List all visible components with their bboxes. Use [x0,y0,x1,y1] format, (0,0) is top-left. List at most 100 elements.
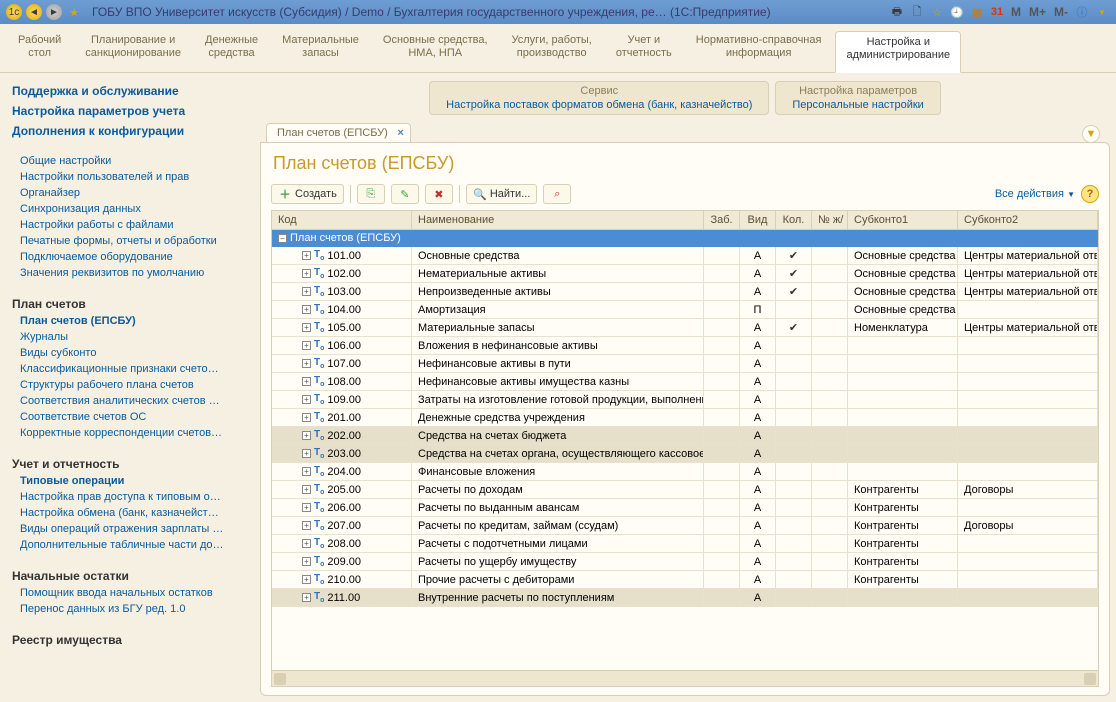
all-actions-button[interactable]: Все действия ▼ [995,188,1075,200]
grid-row[interactable]: + Тo 209.00Расчеты по ущербу имуществуАК… [272,553,1098,571]
col-header-name[interactable]: Наименование [412,211,704,229]
close-tab-icon[interactable]: × [397,127,403,139]
topnav-item[interactable]: Рабочийстол [8,30,71,72]
col-header-kol[interactable]: Кол. [776,211,812,229]
expand-icon[interactable]: + [302,269,311,278]
expand-icon[interactable]: + [302,251,311,260]
grid-row[interactable]: + Тo 106.00Вложения в нефинансовые актив… [272,337,1098,355]
sidebar-link[interactable]: План счетов (ЕПСБУ) [4,313,256,329]
grid-row[interactable]: + Тo 103.00Непроизведенные активыА✔Основ… [272,283,1098,301]
sidebar-link[interactable]: Перенос данных из БГУ ред. 1.0 [4,601,256,617]
sidebar-link[interactable]: Журналы [4,329,256,345]
col-header-nzh[interactable]: № ж/ [812,211,848,229]
edit-button[interactable]: ✎ [391,184,419,204]
copy-button[interactable]: ⎘ [357,184,385,204]
grid-row[interactable]: + Тo 204.00Финансовые вложенияА [272,463,1098,481]
grid-row[interactable]: + Тo 208.00Расчеты с подотчетными лицами… [272,535,1098,553]
sidebar-heading[interactable]: Поддержка и обслуживание [4,81,256,101]
expand-icon[interactable]: + [302,575,311,584]
help-button[interactable]: ? [1081,185,1099,203]
grid-row[interactable]: + Тo 203.00Средства на счетах органа, ос… [272,445,1098,463]
sidebar-link[interactable]: Настройки работы с файлами [4,217,256,233]
grid-row[interactable]: + Тo 105.00Материальные запасыА✔Номенкла… [272,319,1098,337]
grid-row[interactable]: + Тo 104.00АмортизацияПОсновные средства [272,301,1098,319]
print-icon[interactable]: 🖶 [889,4,905,20]
memory-mminus-button[interactable]: М- [1052,5,1070,19]
grid-group-row[interactable]: − План счетов (ЕПСБУ) [272,230,1098,247]
expand-icon[interactable]: + [302,323,311,332]
service-link-personal[interactable]: Персональные настройки [792,99,923,111]
grid-row[interactable]: + Тo 107.00Нефинансовые активы в путиА [272,355,1098,373]
expand-icon[interactable]: + [302,431,311,440]
sidebar-link[interactable]: Корректные корреспонденции счетов… [4,425,256,441]
expand-icon[interactable]: + [302,449,311,458]
expand-icon[interactable]: + [302,305,311,314]
expand-icon[interactable]: + [302,395,311,404]
sidebar-link[interactable]: Органайзер [4,185,256,201]
expand-icon[interactable]: + [302,359,311,368]
memory-m-button[interactable]: М [1009,5,1023,19]
expand-icon[interactable]: + [302,593,311,602]
grid-row[interactable]: + Тo 205.00Расчеты по доходамАКонтрагент… [272,481,1098,499]
sidebar-link[interactable]: Общие настройки [4,153,256,169]
grid-row[interactable]: + Тo 102.00Нематериальные активыА✔Основн… [272,265,1098,283]
grid-row[interactable]: + Тo 201.00Денежные средства учрежденияА [272,409,1098,427]
col-header-subkonto1[interactable]: Субконто1 [848,211,958,229]
document-tab[interactable]: План счетов (ЕПСБУ) × [266,123,411,142]
sidebar-link[interactable]: Настройка прав доступа к типовым о… [4,489,256,505]
history-icon[interactable]: 🕘 [949,4,965,20]
calendar-icon[interactable]: 31 [989,4,1005,20]
topnav-item[interactable]: Материальныезапасы [272,30,369,72]
calculator-icon[interactable]: ▦ [969,4,985,20]
info-icon[interactable]: ⓘ [1074,4,1090,20]
grid-row[interactable]: + Тo 210.00Прочие расчеты с дебиторамиАК… [272,571,1098,589]
expand-icon[interactable]: + [302,485,311,494]
grid-row[interactable]: + Тo 206.00Расчеты по выданным авансамАК… [272,499,1098,517]
sidebar-link[interactable]: Подключаемое оборудование [4,249,256,265]
col-header-subkonto2[interactable]: Субконто2 [958,211,1098,229]
grid-row[interactable]: + Тo 108.00Нефинансовые активы имущества… [272,373,1098,391]
horizontal-scrollbar[interactable] [272,670,1098,686]
sidebar-link[interactable]: Соответствия аналитических счетов … [4,393,256,409]
topnav-item[interactable]: Денежныесредства [195,30,268,72]
sidebar-link[interactable]: Помощник ввода начальных остатков [4,585,256,601]
sidebar-link[interactable]: Синхронизация данных [4,201,256,217]
grid-row[interactable]: + Тo 207.00Расчеты по кредитам, займам (… [272,517,1098,535]
col-header-zab[interactable]: Заб. [704,211,740,229]
expand-icon[interactable]: + [302,287,311,296]
clear-find-button[interactable]: ⌕ [543,184,571,204]
grid-row[interactable]: + Тo 202.00Средства на счетах бюджетаА [272,427,1098,445]
collapse-panel-button[interactable]: ▼ [1082,125,1100,143]
expand-icon[interactable]: + [302,521,311,530]
expand-icon[interactable]: + [302,557,311,566]
sidebar-link[interactable]: Настройка обмена (банк, казначейст… [4,505,256,521]
topnav-item[interactable]: Планирование исанкционирование [75,30,191,72]
sidebar-link[interactable]: Соответствие счетов ОС [4,409,256,425]
sidebar-link[interactable]: Печатные формы, отчеты и обработки [4,233,256,249]
grid-row[interactable]: + Тo 109.00Затраты на изготовление готов… [272,391,1098,409]
sidebar-link[interactable]: Типовые операции [4,473,256,489]
topnav-item[interactable]: Основные средства,НМА, НПА [373,30,498,72]
topnav-item[interactable]: Нормативно-справочнаяинформация [686,30,832,72]
memory-mplus-button[interactable]: М+ [1027,5,1048,19]
topnav-item[interactable]: Учет иотчетность [606,30,682,72]
expand-icon[interactable]: + [302,413,311,422]
sidebar-heading[interactable]: Дополнения к конфигурации [4,121,256,141]
dropdown-icon[interactable]: ▼ [1094,4,1110,20]
topnav-item[interactable]: Услуги, работы,производство [502,30,602,72]
expand-icon[interactable]: + [302,503,311,512]
sidebar-link[interactable]: Классификационные признаки счето… [4,361,256,377]
sidebar-link[interactable]: Виды операций отражения зарплаты … [4,521,256,537]
delete-button[interactable]: ✖ [425,184,453,204]
find-button[interactable]: 🔍 Найти... [466,184,538,204]
collapse-icon[interactable]: − [278,234,287,243]
topnav-item[interactable]: Настройка иадминистрирование [835,31,961,73]
sidebar-link[interactable]: Структуры рабочего плана счетов [4,377,256,393]
favorite-star-icon[interactable]: ★ [66,4,82,20]
create-button[interactable]: ＋ Создать [271,184,344,204]
favorites-icon[interactable]: ☆ [929,4,945,20]
grid-row[interactable]: + Тo 211.00Внутренние расчеты по поступл… [272,589,1098,607]
expand-icon[interactable]: + [302,539,311,548]
expand-icon[interactable]: + [302,467,311,476]
col-header-vid[interactable]: Вид [740,211,776,229]
